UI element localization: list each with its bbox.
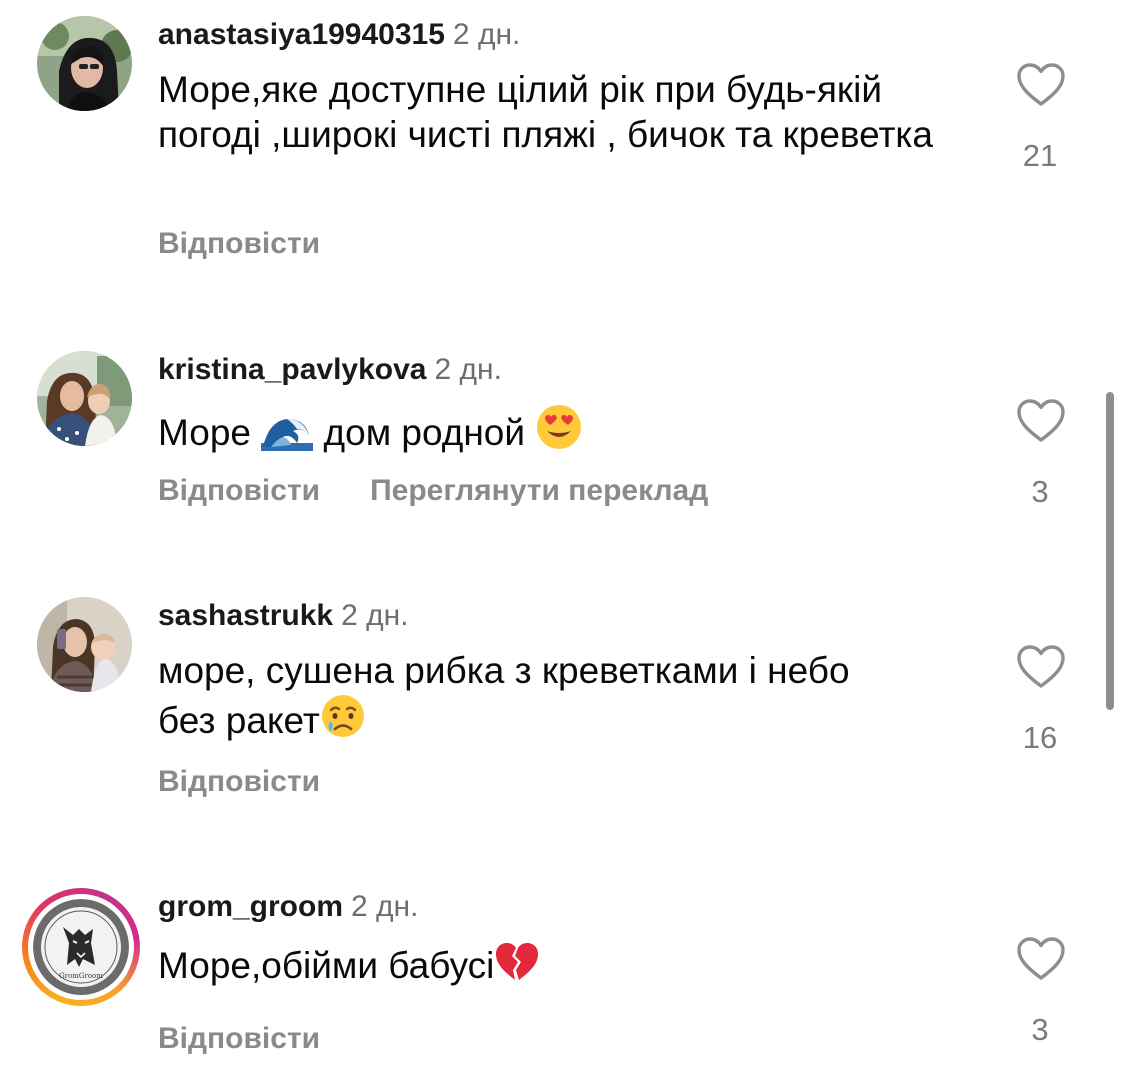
comment-text-part: Море [158,412,251,453]
comment-actions: Відповісти [158,227,320,261]
timestamp: 2 дн. [351,890,419,923]
comment-text: Море,обійми бабусі [158,940,958,988]
comment-meta: grom_groom 2 дн. [158,889,418,925]
avatar[interactable] [37,351,132,446]
like-count: 21 [1022,138,1058,173]
see-translation-button[interactable]: Переглянути переклад [370,474,708,508]
comment-meta: sashastrukk 2 дн. [158,598,409,634]
timestamp: 2 дн. [452,18,521,51]
avatar[interactable]: GromGroom [33,899,129,995]
timestamp: 2 дн. [434,353,502,386]
comment-meta: kristina_pavlykova 2 дн. [158,352,502,388]
comment-text-line: без ракет [158,693,958,743]
reply-button[interactable]: Відповісти [158,227,320,261]
comment-text-line: море, сушена рибка з креветками і небо [158,650,850,691]
story-ring[interactable]: GromGroom [22,888,140,1006]
comment-text: Море дом родной [158,403,958,455]
comment-text-part: дом родной [323,412,526,453]
heart-outline-icon[interactable] [1016,398,1066,444]
wave-emoji [261,419,314,451]
like-count: 3 [1031,1012,1049,1047]
broken-heart-emoji [496,943,539,980]
comment-actions: Відповісти [158,1022,320,1056]
heart-eyes-emoji [537,405,582,449]
username[interactable]: grom_groom [158,890,343,923]
comment-text: море, сушена рибка з креветками і небо б… [158,648,958,743]
reply-button[interactable]: Відповісти [158,765,320,799]
crying-face-emoji [321,695,364,737]
scrollbar[interactable] [1106,392,1114,710]
username[interactable]: sashastrukk [158,599,333,632]
avatar[interactable] [37,16,132,111]
comment-actions: Відповісти [158,765,320,799]
comment-text-part: Море,обійми бабусі [158,945,495,986]
reply-button[interactable]: Відповісти [158,1022,320,1056]
like-count: 3 [1031,474,1049,509]
username[interactable]: kristina_pavlykova [158,353,427,386]
avatar[interactable] [37,597,132,692]
comment-actions: Відповісти Переглянути переклад [158,474,708,508]
reply-button[interactable]: Відповісти [158,474,320,508]
comment-text-part: без ракет [158,700,320,741]
heart-outline-icon[interactable] [1016,644,1066,690]
heart-outline-icon[interactable] [1016,62,1066,108]
timestamp: 2 дн. [341,599,409,632]
avatar-logo-text: GromGroom [59,972,103,980]
username[interactable]: anastasiya19940315 [158,18,445,51]
comment-text: Море,яке доступне цілий рік при будь-які… [158,69,934,155]
heart-outline-icon[interactable] [1016,936,1066,982]
comment-meta: anastasiya19940315 2 дн. [158,17,520,53]
like-count: 16 [1022,720,1058,755]
